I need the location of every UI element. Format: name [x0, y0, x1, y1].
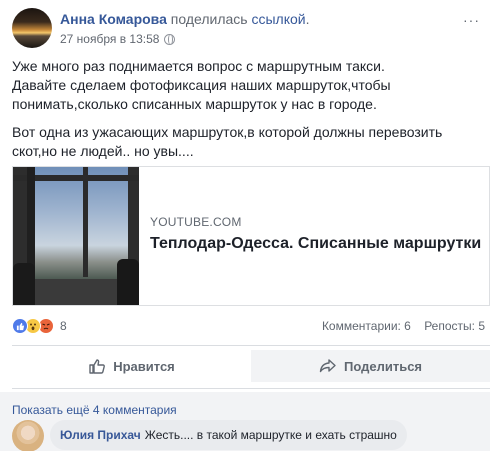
- like-button[interactable]: Нравится: [12, 350, 251, 382]
- post-actions: Нравится Поделиться: [12, 350, 490, 382]
- author-name-link[interactable]: Анна Комарова: [60, 11, 167, 27]
- link-card-text: YOUTUBE.COM Теплодар-Одесса. Списанные м…: [139, 167, 481, 305]
- link-thumbnail[interactable]: [13, 167, 139, 305]
- link-title[interactable]: Теплодар-Одесса. Списанные маршрутки: [150, 235, 481, 253]
- post-body: Уже много раз поднимается вопрос с маршр…: [12, 57, 482, 170]
- post-stats: Комментарии: 6 Репосты: 5: [322, 319, 485, 333]
- comments-count-link[interactable]: Комментарии: 6: [322, 319, 411, 333]
- share-button-label: Поделиться: [343, 358, 423, 374]
- reactions-summary[interactable]: 8: [12, 317, 67, 335]
- globe-icon: [164, 33, 176, 45]
- post-paragraph: Уже много раз поднимается вопрос с маршр…: [12, 58, 391, 112]
- shares-count-link[interactable]: Репосты: 5: [424, 319, 485, 333]
- show-more-comments-link[interactable]: Показать ещё 4 комментария: [12, 403, 177, 417]
- action-period: .: [305, 11, 310, 27]
- link-domain: YOUTUBE.COM: [150, 215, 242, 229]
- shared-link[interactable]: ссылкой: [251, 11, 305, 27]
- action-text: поделилась: [170, 11, 248, 27]
- comment-author-link[interactable]: Юлия Прихач: [60, 428, 141, 442]
- post-date: 27 ноября в 13:58: [60, 32, 309, 46]
- divider: [12, 345, 490, 346]
- comment-text: Жесть.... в такой маршрутке и ехать стра…: [144, 428, 397, 442]
- post-header-line: Анна Комарова поделилась ссылкой.: [60, 10, 309, 28]
- comment-item: Юлия Прихач Жесть.... в такой маршрутке и…: [12, 420, 407, 451]
- post-header: Анна Комарова поделилась ссылкой. 27 ноя…: [12, 8, 309, 48]
- post-timestamp-link[interactable]: 27 ноября в 13:58: [60, 32, 159, 46]
- thumbs-up-icon: [89, 359, 106, 374]
- post-menu-button[interactable]: ···: [463, 12, 480, 28]
- share-button[interactable]: Поделиться: [251, 350, 490, 382]
- comment-bubble: Юлия Прихач Жесть.... в такой маршрутке и…: [50, 420, 407, 450]
- share-arrow-icon: [319, 359, 336, 373]
- post-header-text: Анна Комарова поделилась ссылкой. 27 ноя…: [60, 8, 309, 48]
- author-avatar[interactable]: [12, 8, 52, 48]
- link-preview-card[interactable]: YOUTUBE.COM Теплодар-Одесса. Списанные м…: [12, 166, 490, 306]
- reaction-count: 8: [60, 319, 67, 333]
- like-icon: [12, 318, 28, 334]
- post-paragraph: Вот одна из ужасающих маршруток,в которо…: [12, 124, 443, 159]
- divider: [12, 388, 490, 389]
- like-button-label: Нравится: [113, 358, 175, 374]
- commenter-avatar[interactable]: [12, 420, 44, 451]
